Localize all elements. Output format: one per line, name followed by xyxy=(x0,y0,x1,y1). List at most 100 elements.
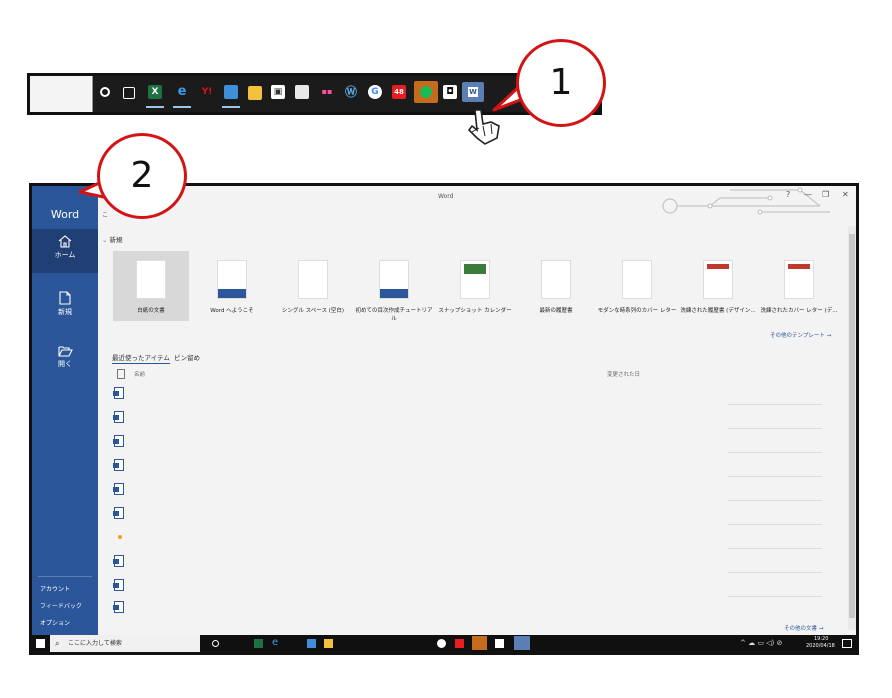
notification-icon[interactable] xyxy=(842,639,852,648)
recent-document-row[interactable] xyxy=(112,550,822,573)
folder-open-icon xyxy=(57,346,73,357)
template-tile[interactable]: 白紙の文書 xyxy=(110,260,192,314)
taskbar-search[interactable]: ⌕ ここに入力して検索 xyxy=(50,635,200,652)
photos-icon[interactable] xyxy=(295,85,309,99)
word-document-icon xyxy=(113,459,124,471)
word-window: Word ホーム 新規 開く アカウント フィードバック オプション こ Wor… xyxy=(29,183,859,655)
clock-date[interactable]: 2020/04/18 xyxy=(806,643,835,649)
app-icon[interactable]: ▪▪ xyxy=(320,85,334,99)
system-tray-icons[interactable]: ^ ☁ ▭ ◁) ⊘ xyxy=(740,639,782,647)
template-tile[interactable]: 洗練されたカバー レター (デ... xyxy=(758,260,840,314)
sidebar-item-home[interactable]: ホーム xyxy=(32,229,98,273)
yahoo-icon[interactable]: Y! xyxy=(200,85,214,99)
template-thumbnail xyxy=(298,260,328,299)
orange-dot-icon xyxy=(118,535,122,539)
sidebar-item-options[interactable]: オプション xyxy=(40,618,70,627)
scrollbar[interactable] xyxy=(848,226,856,630)
close-button[interactable]: ✕ xyxy=(842,190,849,199)
search-icon: ⌕ xyxy=(55,639,60,648)
start-button[interactable] xyxy=(36,639,45,648)
template-tile[interactable]: シングル スペース (空白) xyxy=(272,260,354,314)
template-thumbnail xyxy=(217,260,247,299)
recent-document-row[interactable] xyxy=(112,430,822,453)
callout-1: 1 xyxy=(516,39,606,127)
recent-document-row[interactable] xyxy=(112,406,822,429)
more-documents-link[interactable]: その他の文書 → xyxy=(784,624,823,632)
task-view-icon[interactable] xyxy=(123,87,135,99)
sidebar-item-new[interactable]: 新規 xyxy=(32,285,98,329)
tab-pinned[interactable]: ピン留め xyxy=(174,352,200,362)
column-header-modified: 変更された日 xyxy=(607,372,641,378)
word-document-icon xyxy=(113,555,124,567)
word-document-icon xyxy=(113,483,124,495)
recent-document-row[interactable] xyxy=(112,574,822,597)
recent-document-row[interactable] xyxy=(112,478,822,501)
windows-taskbar: ⌕ ここに入力して検索 e ^ ☁ ▭ ◁) ⊘ 19:20 2020/04/1… xyxy=(32,635,856,652)
home-icon xyxy=(58,235,72,248)
callout-1-number: 1 xyxy=(549,62,573,103)
backstage-sidebar: Word ホーム 新規 開く アカウント フィードバック オプション xyxy=(32,186,98,635)
template-thumbnail xyxy=(136,260,166,299)
taskbar-excel-icon[interactable] xyxy=(254,639,263,648)
taskbar-chrome-icon[interactable] xyxy=(437,639,446,648)
template-tile[interactable]: スナップショット カレンダー xyxy=(434,260,516,314)
template-tile[interactable]: Word へようこそ xyxy=(191,260,273,314)
word-document-icon xyxy=(113,507,124,519)
chevron-down-icon: ⌄ xyxy=(102,236,108,244)
template-label: 初めての目次作成チュートリアル xyxy=(355,308,433,322)
word-taskbar-icon[interactable]: W xyxy=(462,82,484,102)
template-label: シングル スペース (空白) xyxy=(281,308,345,314)
spotify-icon[interactable] xyxy=(414,81,438,103)
word-document-icon xyxy=(113,435,124,447)
edge-icon[interactable]: e xyxy=(175,85,189,99)
restore-button[interactable]: ❐ xyxy=(822,190,829,199)
taskbar-cortana-icon[interactable] xyxy=(212,640,219,647)
scrollbar-thumb[interactable] xyxy=(849,234,855,618)
wordpress-icon[interactable]: Ⓦ xyxy=(344,85,358,99)
mail-icon[interactable] xyxy=(224,85,238,99)
recent-document-row[interactable] xyxy=(112,596,822,619)
template-thumbnail xyxy=(622,260,652,299)
column-header-name: 名前 xyxy=(134,372,146,378)
taskbar-edge-icon[interactable]: e xyxy=(272,637,278,648)
cortana-icon[interactable] xyxy=(100,87,110,97)
callout-2-number: 2 xyxy=(130,155,154,196)
template-tile[interactable]: モダンな時系列のカバー レター xyxy=(596,260,678,314)
taskbar-mail-icon[interactable] xyxy=(307,639,316,648)
recent-document-row[interactable] xyxy=(112,502,822,525)
excel-icon[interactable]: X xyxy=(148,85,162,99)
recent-document-row[interactable] xyxy=(112,382,822,405)
recent-document-row[interactable] xyxy=(112,454,822,477)
sidebar-item-feedback[interactable]: フィードバック xyxy=(40,601,82,610)
taskbar-spotify-icon[interactable] xyxy=(472,636,487,650)
taskbar-strip-left xyxy=(30,76,93,112)
recent-item-row[interactable] xyxy=(112,526,822,549)
taskbar-akb-icon[interactable] xyxy=(455,639,464,648)
chrome-icon[interactable]: G xyxy=(368,85,382,99)
app2-icon[interactable]: ◘ xyxy=(443,85,457,99)
template-label: Word へようこそ xyxy=(210,308,254,314)
minimize-button[interactable]: — xyxy=(804,190,812,199)
new-document-icon xyxy=(59,291,71,305)
template-tile[interactable]: 初めての目次作成チュートリアル xyxy=(353,260,435,322)
new-section-heading[interactable]: ⌄ 新規 xyxy=(102,234,123,244)
sidebar-label-home: ホーム xyxy=(54,251,76,259)
sidebar-label-open: 開く xyxy=(58,360,72,368)
help-button[interactable]: ? xyxy=(786,190,790,199)
tab-recent[interactable]: 最近使ったアイテム xyxy=(112,352,170,364)
store-icon[interactable]: ▣ xyxy=(271,85,285,99)
clock-time[interactable]: 19:20 xyxy=(814,636,828,642)
taskbar-explorer-icon[interactable] xyxy=(324,639,333,648)
template-label: 洗練されたカバー レター (デ... xyxy=(760,308,838,314)
template-tile[interactable]: 洗練された履歴書 (デザイン... xyxy=(677,260,759,314)
sidebar-item-open[interactable]: 開く xyxy=(32,339,98,383)
more-templates-link[interactable]: その他のテンプレート → xyxy=(770,331,831,339)
word-document-icon xyxy=(113,579,124,591)
taskbar-app-icon[interactable] xyxy=(495,639,504,648)
template-tile[interactable]: 最新の履歴書 xyxy=(515,260,597,314)
explorer-icon[interactable] xyxy=(248,86,262,100)
callout-2: 2 xyxy=(97,133,187,219)
sidebar-item-account[interactable]: アカウント xyxy=(40,584,70,593)
taskbar-word-icon[interactable] xyxy=(514,636,530,650)
akb-icon[interactable]: 48 xyxy=(392,85,406,99)
